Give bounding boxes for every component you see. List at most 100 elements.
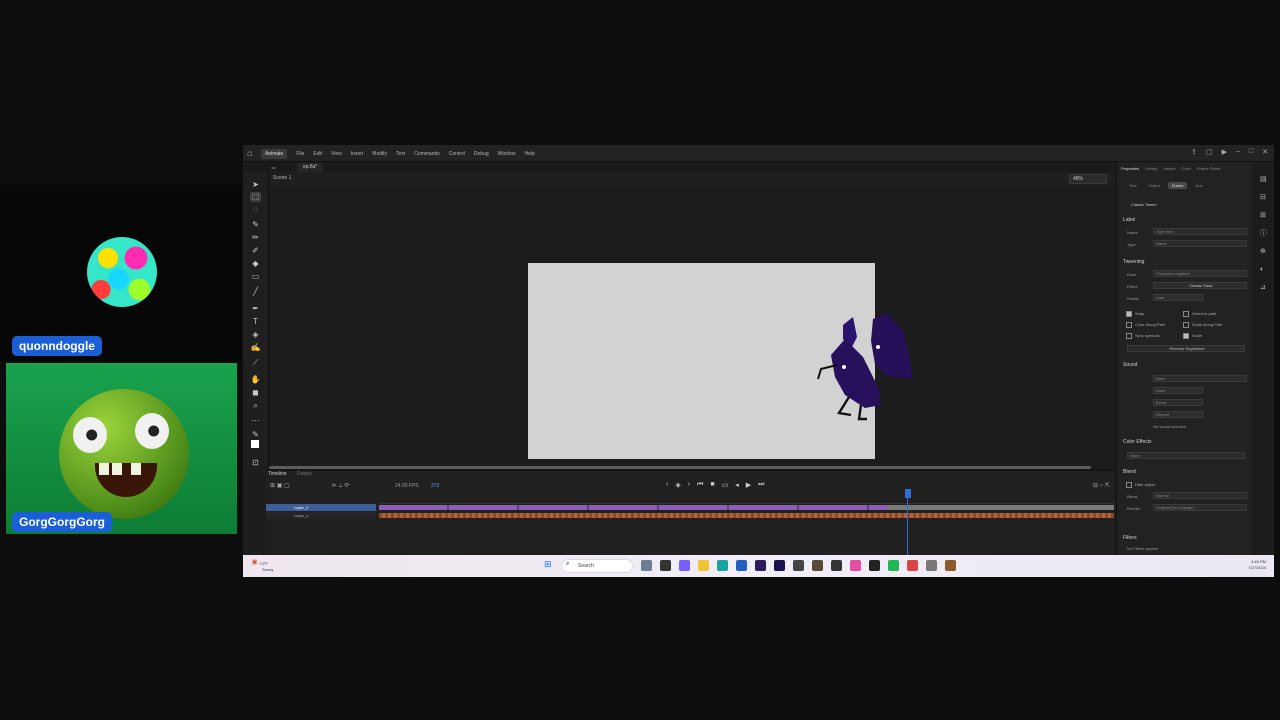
line-tool-icon[interactable]: ╱ xyxy=(250,287,261,297)
frame-ruler[interactable] xyxy=(379,496,1114,504)
menu-control[interactable]: Control xyxy=(449,151,465,157)
tab-color[interactable]: Color xyxy=(1181,166,1191,171)
stop-icon[interactable]: ■ xyxy=(710,481,714,489)
pen-tool-icon[interactable]: ✒ xyxy=(250,304,261,314)
hide-object-checkbox[interactable]: Hide object xyxy=(1126,482,1155,488)
system-tray[interactable]: 4:45 PM 7/27/2024 xyxy=(1248,559,1266,571)
eyedropper-icon[interactable]: ⟋ xyxy=(250,358,261,368)
blend-section[interactable]: Blend xyxy=(1123,469,1136,475)
loop-icon[interactable]: ▭ xyxy=(722,481,729,489)
maximize-button[interactable]: □ xyxy=(1249,148,1253,156)
prev-keyframe-icon[interactable]: ‹ xyxy=(666,481,668,489)
step-back-icon[interactable]: ◂ xyxy=(735,481,739,489)
rewind-icon[interactable]: ⏮ xyxy=(697,481,703,489)
transform-icon[interactable]: ⊕ xyxy=(1260,248,1268,256)
fps-readout[interactable]: 24.00 FPS xyxy=(395,483,419,489)
filters-section[interactable]: Filters xyxy=(1123,535,1137,541)
character-drawing[interactable] xyxy=(815,309,945,421)
minecraft-icon[interactable] xyxy=(945,560,956,571)
scene-selector[interactable]: Scene 1 xyxy=(273,175,291,181)
fill-color-swatch[interactable] xyxy=(251,440,259,448)
lasso-tool-icon[interactable]: ◌ xyxy=(250,205,261,215)
layout-icon[interactable]: ▢ xyxy=(1206,148,1213,156)
home-icon[interactable]: ⌂ xyxy=(247,148,257,158)
sound-name-dropdown[interactable]: None xyxy=(1153,375,1247,382)
spotify-icon[interactable] xyxy=(888,560,899,571)
color-along-checkbox[interactable]: Color Along Path xyxy=(1126,322,1165,328)
brush-tool-icon[interactable]: ✎ xyxy=(250,220,261,230)
terminal-icon[interactable] xyxy=(831,560,842,571)
tab-arrow-icon[interactable]: ◂ ▸ xyxy=(271,163,276,172)
sound-sync-dropdown[interactable]: Event xyxy=(1153,399,1203,406)
scrollbar-thumb[interactable] xyxy=(269,466,1091,469)
menu-modify[interactable]: Modify xyxy=(372,151,387,157)
blend-dropdown[interactable]: Normal xyxy=(1153,492,1247,499)
store-icon[interactable] xyxy=(736,560,747,571)
scale-checkbox[interactable]: Scale xyxy=(1183,333,1202,339)
rectangle-tool-icon[interactable]: ▭ xyxy=(250,272,261,282)
pencil-tool-icon[interactable]: ✏ xyxy=(250,233,261,243)
taskbar-search[interactable]: Search xyxy=(561,559,633,573)
weather-widget[interactable]: ☀ 73°F Sunny xyxy=(251,558,273,572)
menu-debug[interactable]: Debug xyxy=(474,151,489,157)
zoom-dropdown[interactable]: 48% xyxy=(1069,174,1107,184)
subselection-tool-icon[interactable]: ⬚ xyxy=(250,192,261,202)
chrome-icon[interactable] xyxy=(907,560,918,571)
tab-properties[interactable]: Properties xyxy=(1121,166,1139,171)
hand-tool-icon[interactable]: ✋ xyxy=(250,375,261,385)
text-tool-icon[interactable]: T xyxy=(250,317,261,327)
settings-icon[interactable] xyxy=(926,560,937,571)
animate-icon[interactable] xyxy=(774,560,785,571)
info-icon[interactable]: ⓘ xyxy=(1260,230,1268,238)
selection-tool-icon[interactable]: ➤ xyxy=(250,180,261,190)
layer-row[interactable]: Layer_2 xyxy=(266,504,1114,511)
layer-row[interactable]: Layer_1 xyxy=(266,512,1114,519)
more-tools-icon[interactable]: ⋯ xyxy=(250,416,261,426)
menu-file[interactable]: File xyxy=(296,151,304,157)
menu-edit[interactable]: Edit xyxy=(313,151,322,157)
menu-view[interactable]: View xyxy=(331,151,342,157)
render-dropdown[interactable]: Original (No Change) xyxy=(1153,504,1247,511)
menu-commands[interactable]: Commands xyxy=(414,151,440,157)
minimize-button[interactable]: – xyxy=(1236,148,1240,156)
color-icon[interactable]: ◐ xyxy=(1260,266,1268,274)
properties-icon[interactable]: ▤ xyxy=(1260,176,1268,184)
rotate-dropdown[interactable]: Auto xyxy=(1153,294,1203,301)
asset-warp-icon[interactable]: ⊡ xyxy=(250,458,261,468)
stage-canvas[interactable] xyxy=(528,263,912,459)
sound-effect-dropdown[interactable]: None xyxy=(1153,387,1203,394)
document-tab[interactable]: ep.fla* xyxy=(297,163,324,172)
camera-tool-icon[interactable]: ◼ xyxy=(250,388,261,398)
layer-name[interactable]: Layer_1 xyxy=(266,512,376,519)
type-dropdown[interactable]: Name xyxy=(1153,240,1247,247)
subtab-object[interactable]: Object xyxy=(1144,182,1164,189)
tab-timeline[interactable]: Timeline xyxy=(268,471,287,479)
playhead[interactable] xyxy=(905,489,911,498)
eraser-tool-icon[interactable]: ◆ xyxy=(250,259,261,269)
tab-library[interactable]: Library xyxy=(1145,166,1157,171)
subtab-tool[interactable]: Tool xyxy=(1125,182,1140,189)
color-style-dropdown[interactable]: None xyxy=(1127,452,1245,459)
subtab-doc[interactable]: Doc xyxy=(1191,182,1206,189)
timeline-options-icon[interactable]: ⊟ ○ ⇱ xyxy=(1093,482,1110,489)
tab-output[interactable]: Output xyxy=(297,471,312,479)
tweening-section[interactable]: Tweening xyxy=(1123,259,1144,265)
app2-icon[interactable] xyxy=(869,560,880,571)
new-layer-icon[interactable]: ⊞ ▣ ▢ xyxy=(270,482,290,489)
reverse-keyframes-button[interactable]: Reverse Keyframes xyxy=(1127,345,1245,352)
sound-section[interactable]: Sound xyxy=(1123,362,1137,368)
tab-assets[interactable]: Assets xyxy=(1163,166,1175,171)
empty-frames[interactable] xyxy=(887,505,1114,510)
step-forward-icon[interactable]: ⏭ xyxy=(758,481,764,489)
library-icon[interactable]: ⊞ xyxy=(1260,212,1268,220)
play-icon[interactable]: ▶ xyxy=(746,481,751,489)
obs-icon[interactable] xyxy=(812,560,823,571)
widgets-icon[interactable] xyxy=(641,560,652,571)
task-view-icon[interactable] xyxy=(660,560,671,571)
color-effects-section[interactable]: Color Effects xyxy=(1123,439,1152,445)
subtab-frame[interactable]: Frame xyxy=(1167,182,1188,189)
ease-dropdown[interactable]: Properties together xyxy=(1153,270,1247,277)
app-icon[interactable] xyxy=(679,560,690,571)
zoom-tool-icon[interactable]: ⌕ xyxy=(250,401,261,411)
file-explorer-icon[interactable] xyxy=(698,560,709,571)
